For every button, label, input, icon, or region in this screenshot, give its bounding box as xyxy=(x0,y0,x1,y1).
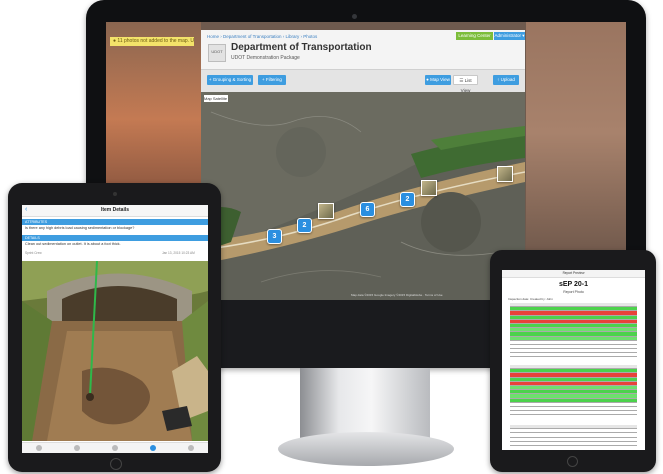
report-title: sEP 20-1 xyxy=(558,281,589,288)
inspection-photo[interactable] xyxy=(22,261,208,441)
org-logo: UDOT xyxy=(208,44,226,62)
report-subtitle: Report Photo xyxy=(563,290,584,294)
map-view-button[interactable]: ● Map View xyxy=(425,75,451,85)
breadcrumb[interactable]: Home › Department of Transportation › Li… xyxy=(207,34,317,39)
filtering-button[interactable]: + Filtering xyxy=(258,75,286,85)
photo-marker[interactable] xyxy=(421,180,437,196)
notification-banner[interactable]: ● 11 photos not added to the map. Undo xyxy=(110,37,194,46)
satellite-map[interactable]: Map Satellite 3 2 6 2 Map data ©2015 Goo… xyxy=(201,92,525,300)
org-logo-text: UDOT xyxy=(211,49,223,54)
photo-marker[interactable] xyxy=(318,203,334,219)
report-table-1 xyxy=(510,303,637,358)
tablet-right-screen: Report Preview sEP 20-1 Report Photo Ins… xyxy=(502,270,645,450)
report-table-3 xyxy=(510,425,637,446)
home-button[interactable] xyxy=(567,456,578,467)
tab-home-icon[interactable] xyxy=(36,445,42,451)
section-header-details: DETAILS xyxy=(22,235,208,241)
map-cluster-pin[interactable]: 2 xyxy=(400,192,415,207)
camera-icon xyxy=(113,192,117,196)
camera-icon xyxy=(352,14,357,19)
web-app-window: Home › Department of Transportation › Li… xyxy=(201,30,525,300)
details-timestamp: Jan 13, 2015 10:23 AM xyxy=(162,251,195,255)
map-cluster-pin[interactable]: 3 xyxy=(267,229,282,244)
learning-center-button[interactable]: Learning Center xyxy=(456,32,493,40)
culvert-photo xyxy=(22,261,208,441)
monitor-stand xyxy=(300,368,430,438)
grouping-sorting-button[interactable]: + Grouping & Sorting xyxy=(207,75,253,85)
map-cluster-pin[interactable]: 2 xyxy=(297,218,312,233)
map-attribution: Map data ©2015 Google Imagery ©2015 Digi… xyxy=(351,293,443,297)
item-details-title: Item Details xyxy=(100,207,130,213)
report-meta: Inspection date: Created by: John xyxy=(508,297,553,301)
photo-marker[interactable] xyxy=(497,166,513,182)
attribute-row[interactable]: Is there any high debris load causing se… xyxy=(25,226,134,230)
map-terrain xyxy=(201,92,525,300)
tab-bar xyxy=(22,442,208,453)
tab-camera-icon[interactable] xyxy=(112,445,118,451)
report-table-2 xyxy=(510,365,637,416)
section-header-attributes: ATTRIBUTES xyxy=(22,219,208,225)
home-button[interactable] xyxy=(110,458,122,470)
item-details-header: ‹ Item Details xyxy=(22,205,208,217)
tab-map-icon[interactable] xyxy=(74,445,80,451)
map-type-toggle[interactable]: Map Satellite xyxy=(204,95,228,102)
report-topbar: Report Preview xyxy=(502,270,645,278)
upload-button[interactable]: ↑ Upload xyxy=(493,75,519,85)
tablet-left-screen: ‹ Item Details ATTRIBUTES Is there any h… xyxy=(22,205,208,453)
list-view-button[interactable]: ☰ List View xyxy=(453,75,478,93)
details-author: Sprint Crew xyxy=(25,251,42,255)
tab-list-icon[interactable] xyxy=(150,445,156,451)
details-row[interactable]: Clean out sedimentation on outlet. It is… xyxy=(25,242,121,246)
tab-settings-icon[interactable] xyxy=(188,445,194,451)
page-title: Department of Transportation xyxy=(231,42,372,53)
map-cluster-pin[interactable]: 6 xyxy=(360,202,375,217)
monitor-stand-base xyxy=(278,432,454,466)
page-subtitle: UDOT Demonstration Package xyxy=(231,55,300,61)
admin-menu-button[interactable]: Administrator ▾ xyxy=(494,32,525,40)
